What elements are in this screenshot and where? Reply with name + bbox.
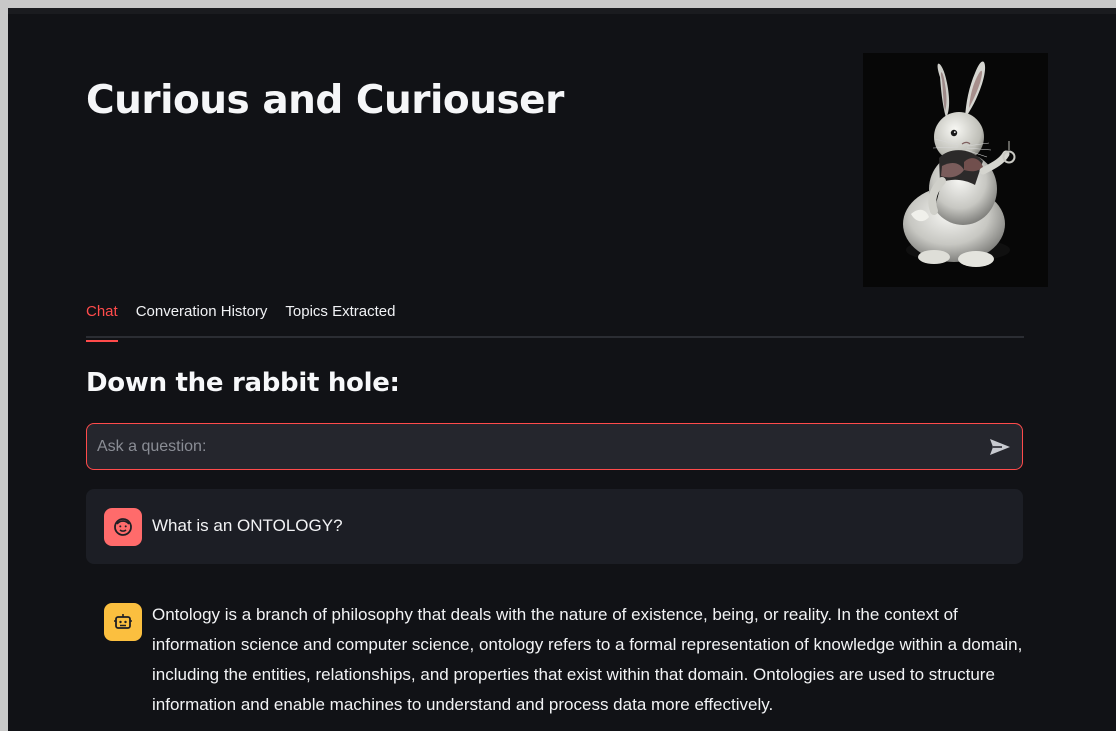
user-message-text: What is an ONTOLOGY?: [152, 516, 343, 535]
app-title: Curious and Curiouser: [86, 78, 564, 123]
question-input[interactable]: [87, 424, 978, 469]
user-avatar: [104, 508, 142, 546]
white-rabbit-image: [863, 53, 1048, 287]
window-frame: Curious and Curiouser Chat Converation H…: [0, 0, 1116, 731]
send-arrow-icon: [990, 438, 1010, 455]
question-input-container: [86, 423, 1023, 470]
chat-heading: Down the rabbit hole:: [86, 368, 400, 398]
app-main: Curious and Curiouser Chat Converation H…: [8, 8, 1116, 731]
white-rabbit-illustration: [863, 53, 1048, 287]
tab-topics-extracted[interactable]: Topics Extracted: [285, 298, 395, 340]
assistant-message-text: Ontology is a branch of philosophy that …: [152, 605, 1023, 714]
tab-conversation-history[interactable]: Converation History: [136, 298, 268, 340]
tab-chat[interactable]: Chat: [86, 298, 118, 342]
user-message: What is an ONTOLOGY?: [86, 489, 1023, 564]
tab-bar: Chat Converation History Topics Extracte…: [86, 298, 1024, 342]
robot-face-icon: [114, 614, 132, 629]
assistant-avatar: [104, 603, 142, 641]
smiling-face-icon: [114, 518, 132, 536]
send-button[interactable]: [978, 424, 1022, 469]
assistant-message: Ontology is a branch of philosophy that …: [86, 600, 1023, 722]
